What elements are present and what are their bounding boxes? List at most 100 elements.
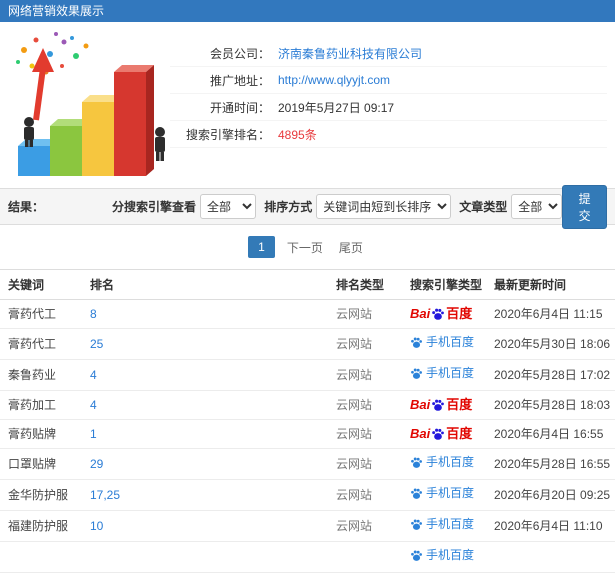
update-time-cell: 2020年5月28日 18:03	[486, 390, 615, 420]
rank-cell: 4	[82, 390, 328, 420]
rank-link[interactable]: 25	[90, 337, 103, 351]
rank-cell: 4	[82, 359, 328, 391]
rank-type-cell: 云网站	[328, 328, 402, 360]
update-time-cell: 2020年5月28日 17:02	[486, 359, 615, 391]
engine-filter-label: 分搜索引擎查看	[112, 200, 197, 214]
table-header-row: 关键词 排名 排名类型 搜索引擎类型 最新更新时间	[0, 269, 615, 300]
rank-type-cell: 云网站	[328, 299, 402, 329]
rank-count-label: 搜索引擎排名：	[185, 127, 270, 142]
engine-cell: Bai 百度 手机百度	[402, 299, 486, 329]
bar-chart-image	[16, 32, 165, 176]
baidu-logo-text: Bai	[410, 306, 431, 321]
baidu-logo[interactable]: Bai 百度	[410, 306, 472, 321]
table-row: Bai 百度 手机百度	[0, 541, 615, 573]
results-table: 关键词 排名 排名类型 搜索引擎类型 最新更新时间 膏药代工 8 云网站 Bai…	[0, 269, 615, 573]
keyword-cell: 秦鲁药业	[0, 359, 82, 391]
baidu-logo-cn: 百度	[446, 397, 473, 412]
update-time-cell	[486, 541, 615, 573]
baidu-logo[interactable]: Bai 百度	[410, 426, 472, 441]
keyword-cell: 膏药贴牌	[0, 419, 82, 449]
rank-type-cell: 云网站	[328, 479, 402, 511]
rank-cell: 1	[82, 419, 328, 449]
update-time-cell: 2020年6月20日 09:25	[486, 479, 615, 511]
baidu-paw-icon	[432, 399, 445, 411]
update-time-cell: 2020年6月4日 16:55	[486, 419, 615, 449]
keyword-cell: 膏药加工	[0, 390, 82, 420]
page-number-current[interactable]: 1	[248, 236, 275, 258]
results-section-label: 结果：	[8, 200, 45, 214]
rank-count-value: 4895条	[278, 127, 317, 142]
table-row: 金华防护服 17,25 云网站 Bai 百度 手机百度	[0, 479, 615, 511]
col-header-rank: 排名	[82, 269, 328, 300]
rank-cell: 29	[82, 448, 328, 480]
rank-link[interactable]: 8	[90, 307, 97, 321]
mobile-baidu-label: 手机百度	[426, 455, 475, 469]
sort-filter-select[interactable]: 关键词由短到长排序	[316, 194, 452, 219]
mobile-baidu-label: 手机百度	[426, 335, 475, 349]
mobile-baidu-badge[interactable]: 手机百度	[410, 335, 474, 350]
engine-cell: Bai 百度 手机百度	[402, 390, 486, 420]
company-info-panel: 会员公司： 济南秦鲁药业科技有限公司 推广地址： http://www.qlyy…	[0, 22, 615, 188]
rank-type-cell: 云网站	[328, 510, 402, 542]
info-row-rank-count: 搜索引擎排名： 4895条	[170, 121, 607, 148]
rank-type-cell	[328, 541, 402, 573]
engine-cell: Bai 百度 手机百度	[402, 541, 486, 573]
growth-chart-clipart	[2, 28, 170, 188]
promotion-url-link[interactable]: http://www.qlyyjt.com	[278, 73, 390, 87]
rank-link[interactable]: 4	[90, 398, 97, 412]
article-type-select[interactable]: 全部	[511, 194, 563, 219]
engine-cell: Bai 百度 手机百度	[402, 328, 486, 360]
baidu-logo-cn: 百度	[446, 306, 473, 321]
last-page-link[interactable]: 尾页	[335, 235, 367, 260]
mobile-baidu-badge[interactable]: 手机百度	[410, 517, 474, 532]
mobile-baidu-label: 手机百度	[426, 517, 475, 531]
update-time-cell: 2020年6月4日 11:10	[486, 510, 615, 542]
mobile-baidu-paw-icon	[411, 488, 422, 499]
keyword-cell	[0, 541, 82, 573]
baidu-logo[interactable]: Bai 百度	[410, 397, 472, 412]
rank-type-cell: 云网站	[328, 359, 402, 391]
rank-type-cell: 云网站	[328, 390, 402, 420]
table-row: 口罩贴牌 29 云网站 Bai 百度 手机百度	[0, 448, 615, 480]
sort-filter-label: 排序方式	[264, 200, 313, 214]
baidu-paw-icon	[432, 308, 445, 320]
rank-cell: 25	[82, 328, 328, 360]
title-bar: 网络营销效果展示	[0, 0, 615, 22]
rank-link[interactable]: 4	[90, 368, 97, 382]
rank-link[interactable]: 10	[90, 519, 103, 533]
mobile-baidu-paw-icon	[411, 368, 422, 379]
company-name-link[interactable]: 济南秦鲁药业科技有限公司	[278, 45, 422, 62]
engine-cell: Bai 百度 手机百度	[402, 510, 486, 542]
table-row: 膏药贴牌 1 云网站 Bai 百度 手机百度 2	[0, 419, 615, 449]
col-header-keyword: 关键词	[0, 269, 82, 300]
engine-cell: Bai 百度 手机百度	[402, 448, 486, 480]
keyword-cell: 福建防护服	[0, 510, 82, 542]
mobile-baidu-label: 手机百度	[426, 366, 475, 380]
rank-link[interactable]: 1	[90, 427, 97, 441]
keyword-cell: 口罩贴牌	[0, 448, 82, 480]
rank-type-cell: 云网站	[328, 419, 402, 449]
rank-cell: 8	[82, 299, 328, 329]
engine-cell: Bai 百度 手机百度	[402, 419, 486, 449]
mobile-baidu-badge[interactable]: 手机百度	[410, 486, 474, 501]
article-type-label: 文章类型	[459, 200, 508, 214]
mobile-baidu-label: 手机百度	[426, 548, 475, 562]
table-row: 福建防护服 10 云网站 Bai 百度 手机百度	[0, 510, 615, 542]
mobile-baidu-badge[interactable]: 手机百度	[410, 366, 474, 381]
rank-link[interactable]: 17,25	[90, 488, 120, 502]
mobile-baidu-badge[interactable]: 手机百度	[410, 455, 474, 470]
next-page-link[interactable]: 下一页	[283, 235, 327, 260]
table-row: 秦鲁药业 4 云网站 Bai 百度 手机百度 2	[0, 359, 615, 391]
rank-link[interactable]: 29	[90, 457, 103, 471]
info-row-url: 推广地址： http://www.qlyyjt.com	[170, 67, 607, 94]
rank-cell: 17,25	[82, 479, 328, 511]
submit-button[interactable]: 提交	[562, 184, 607, 229]
table-row: 膏药加工 4 云网站 Bai 百度 手机百度 2	[0, 390, 615, 420]
baidu-logo-cn: 百度	[446, 426, 473, 441]
keyword-cell: 膏药代工	[0, 299, 82, 329]
keyword-cell: 膏药代工	[0, 328, 82, 360]
open-time-label: 开通时间：	[209, 100, 270, 115]
engine-filter-select[interactable]: 全部	[200, 194, 257, 219]
mobile-baidu-badge[interactable]: 手机百度	[410, 548, 474, 563]
table-body: 膏药代工 8 云网站 Bai 百度 手机百度 2	[0, 299, 615, 573]
